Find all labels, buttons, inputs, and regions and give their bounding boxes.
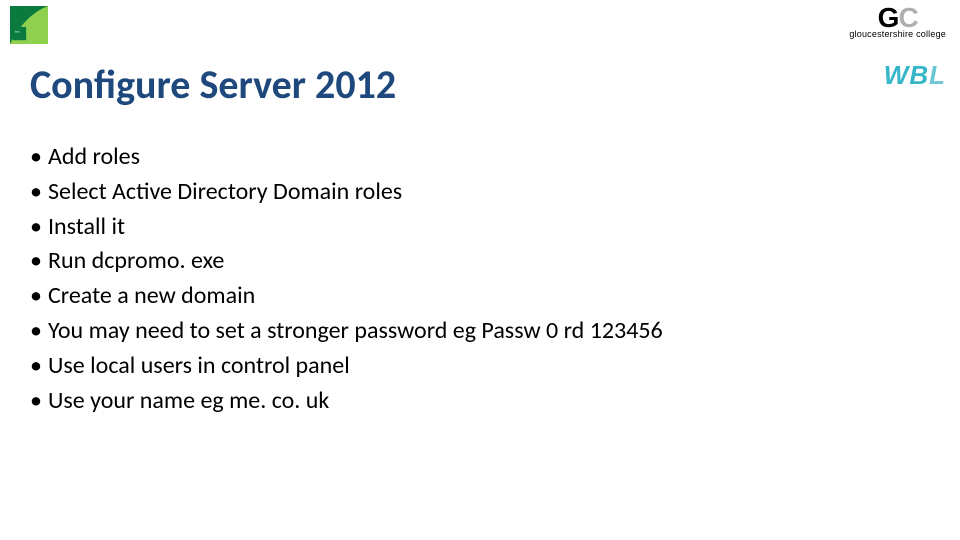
bullet-item: •Create a new domain: [30, 279, 663, 314]
bullet-item: •You may need to set a stronger password…: [30, 314, 663, 349]
bullet-item: •Select Active Directory Domain roles: [30, 175, 663, 210]
bullet-list: •Add roles •Select Active Directory Doma…: [30, 140, 663, 418]
wbl-logo: WBL: [884, 60, 946, 91]
bullet-text: Run dcpromo. exe: [48, 244, 224, 279]
bcs-logo: bcs: [10, 6, 48, 44]
svg-text:bcs: bcs: [15, 30, 20, 34]
bullet-text: Use your name eg me. co. uk: [48, 384, 329, 419]
bullet-item: •Use your name eg me. co. uk: [30, 384, 663, 419]
bullet-item: •Install it: [30, 210, 663, 245]
gc-logo-subtext: gloucestershire college: [849, 29, 946, 39]
bullet-item: •Add roles: [30, 140, 663, 175]
bullet-text: Add roles: [48, 140, 140, 175]
bullet-item: •Run dcpromo. exe: [30, 244, 663, 279]
bullet-text: Create a new domain: [48, 279, 255, 314]
slide-title: Configure Server 2012: [30, 60, 396, 109]
bullet-text: Use local users in control panel: [48, 349, 350, 384]
bullet-item: •Use local users in control panel: [30, 349, 663, 384]
gc-logo: GC gloucestershire college: [849, 6, 946, 39]
bullet-text: Install it: [48, 210, 125, 245]
bullet-text: Select Active Directory Domain roles: [48, 175, 402, 210]
bullet-text: You may need to set a stronger password …: [48, 314, 663, 349]
